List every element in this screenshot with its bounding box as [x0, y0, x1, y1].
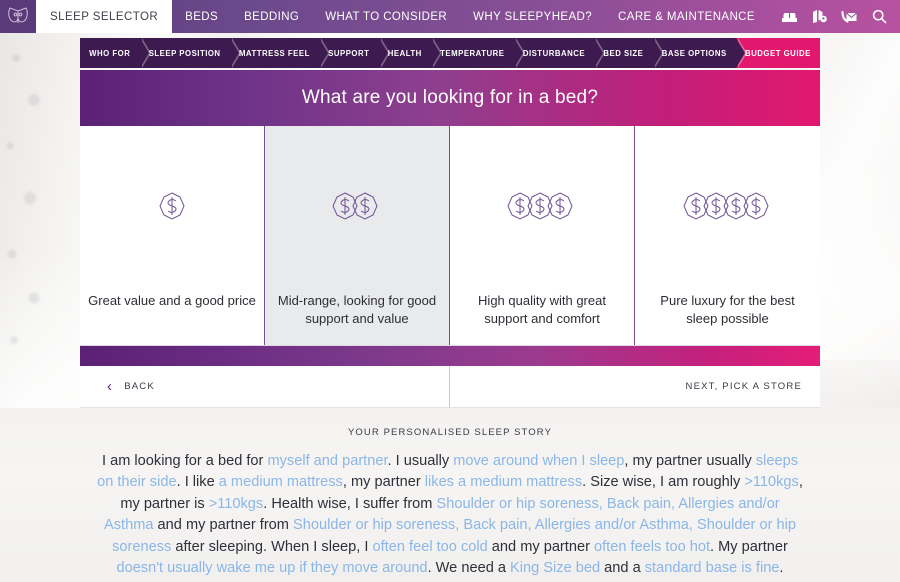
story-answer-chip[interactable]: likes a medium mattress — [425, 474, 582, 490]
nav-active-label: SLEEP SELECTOR — [50, 10, 159, 23]
step-temperature[interactable]: TEMPERATURE — [431, 38, 525, 68]
story-answer-chip[interactable]: >110kgs — [209, 496, 264, 512]
nav-item-care-maintenance[interactable]: CARE & MAINTENANCE — [605, 0, 768, 33]
coin-icon-group-1 — [152, 179, 192, 241]
story-answer-chip[interactable]: a medium mattress — [219, 474, 343, 490]
sleep-selector-step-nav: WHO FOR SLEEP POSITION MATTRESS FEEL SUP… — [80, 38, 820, 68]
story-static-text: and my partner from — [153, 517, 294, 534]
coin-icon-group-2 — [325, 179, 389, 241]
mattress-icon[interactable] — [781, 9, 798, 24]
step-who-for[interactable]: WHO FOR — [80, 38, 151, 68]
contact-icon[interactable] — [841, 10, 858, 24]
personalised-sleep-story: YOUR PERSONALISED SLEEP STORY I am looki… — [80, 413, 820, 582]
story-static-text: I am looking for a bed for — [101, 453, 268, 469]
nav-label: BEDDING — [244, 10, 300, 23]
step-budget-guide[interactable]: BUDGET GUIDE — [735, 38, 820, 68]
coin-icon-group-4 — [676, 179, 780, 241]
nav-item-sleep-selector[interactable]: SLEEP SELECTOR — [36, 0, 173, 33]
step-label: WHO FOR — [89, 48, 131, 58]
story-answer-chip[interactable]: >110kgs — [744, 474, 799, 490]
step-label: DISTURBANCE — [522, 48, 586, 58]
nav-label: WHY SLEEPYHEAD? — [473, 10, 593, 23]
story-answer-chip[interactable]: often feel too cold — [373, 539, 488, 555]
option-card-mid-range[interactable]: Mid-range, looking for good support and … — [265, 126, 450, 345]
coin-icon-group-3 — [500, 179, 584, 241]
nav-item-bedding[interactable]: BEDDING — [231, 0, 312, 33]
step-label: HEALTH — [387, 48, 422, 58]
story-static-text: . I like — [176, 474, 219, 491]
story-text: I am looking for a bed for myself and pa… — [94, 451, 806, 582]
nav-label: BEDS — [185, 10, 219, 23]
butterfly-logo-icon — [8, 7, 28, 23]
question-title: What are you looking for in a bed? — [301, 87, 599, 108]
story-answer-chip[interactable]: standard base is fine — [645, 560, 780, 576]
brand-logo[interactable] — [0, 0, 36, 33]
option-label: Pure luxury for the best sleep possible — [660, 293, 795, 326]
background-pillow — [808, 30, 900, 360]
next-pick-a-store-button[interactable]: NEXT, PICK A STORE — [450, 366, 820, 407]
one-dollar-coin-icon — [159, 192, 185, 220]
option-label: Mid-range, looking for good support and … — [277, 293, 437, 326]
story-static-text: . My partner — [710, 538, 788, 555]
wizard-nav-row: ‹ BACK NEXT, PICK A STORE — [80, 366, 820, 408]
story-heading: YOUR PERSONALISED SLEEP STORY — [347, 427, 553, 438]
step-base-options[interactable]: BASE OPTIONS — [652, 38, 748, 68]
progress-bar — [80, 346, 820, 366]
story-answer-chip[interactable]: doesn't usually wake me up if they move … — [117, 560, 428, 576]
four-dollar-coins-icon — [682, 192, 769, 220]
option-card-pure-luxury[interactable]: Pure luxury for the best sleep possible — [635, 126, 820, 345]
story-static-text: , my partner — [342, 474, 425, 491]
step-label: TEMPERATURE — [440, 48, 505, 58]
selector-panel: What are you looking for in a bed? Great… — [80, 70, 820, 408]
back-label: BACK — [124, 381, 155, 392]
option-label: High quality with great support and comf… — [478, 293, 606, 326]
step-label: MATTRESS FEEL — [238, 48, 310, 58]
background-floral-bedding — [0, 28, 62, 368]
step-label: BUDGET GUIDE — [745, 48, 811, 58]
story-answer-chip[interactable]: often feels too hot — [594, 539, 710, 555]
nav-item-what-to-consider[interactable]: WHAT TO CONSIDER — [312, 0, 460, 33]
question-banner: What are you looking for in a bed? — [80, 70, 820, 126]
option-card-row: Great value and a good price Mid-range, … — [80, 126, 820, 346]
step-disturbance[interactable]: DISTURBANCE — [513, 38, 605, 68]
nav-item-beds[interactable]: BEDS — [172, 0, 231, 33]
step-sleep-position[interactable]: SLEEP POSITION — [139, 38, 242, 68]
two-dollar-coins-icon — [332, 192, 378, 220]
nav-label: WHAT TO CONSIDER — [325, 10, 448, 23]
story-answer-chip[interactable]: King Size bed — [510, 560, 600, 576]
step-label: SUPPORT — [328, 48, 370, 58]
step-mattress-feel[interactable]: MATTRESS FEEL — [229, 38, 331, 68]
nav-item-why-sleepyhead[interactable]: WHY SLEEPYHEAD? — [460, 0, 605, 33]
step-label: BASE OPTIONS — [661, 48, 727, 58]
story-static-text: . Health wise, I suffer from — [263, 495, 437, 512]
three-dollar-coins-icon — [507, 192, 573, 220]
option-card-high-quality[interactable]: High quality with great support and comf… — [450, 126, 635, 345]
nav-icon-group — [781, 0, 900, 33]
story-static-text: and my partner — [487, 538, 594, 555]
back-button[interactable]: ‹ BACK — [80, 366, 450, 407]
chevron-left-icon: ‹ — [107, 378, 114, 395]
story-static-text: . I usually — [387, 453, 454, 469]
option-card-great-value[interactable]: Great value and a good price — [80, 126, 265, 345]
option-label: Great value and a good price — [88, 293, 256, 308]
top-navigation-bar: SLEEP SELECTOR BEDS BEDDING WHAT TO CONS… — [0, 0, 900, 33]
step-label: BED SIZE — [603, 48, 644, 58]
search-icon[interactable] — [872, 9, 887, 24]
story-static-text: and a — [600, 560, 645, 577]
story-static-text: . Size wise, I am roughly — [582, 474, 745, 491]
store-locator-icon[interactable] — [812, 9, 827, 24]
nav-label: CARE & MAINTENANCE — [618, 10, 755, 23]
step-label: SLEEP POSITION — [148, 48, 221, 58]
story-answer-chip[interactable]: move around when I sleep — [453, 453, 624, 469]
next-label: NEXT, PICK A STORE — [685, 381, 802, 392]
story-static-text: . We need a — [427, 560, 511, 577]
story-static-text: , my partner usually — [624, 453, 756, 469]
story-answer-chip[interactable]: myself and partner — [267, 453, 387, 469]
story-static-text: after sleeping. When I sleep, I — [171, 538, 373, 555]
